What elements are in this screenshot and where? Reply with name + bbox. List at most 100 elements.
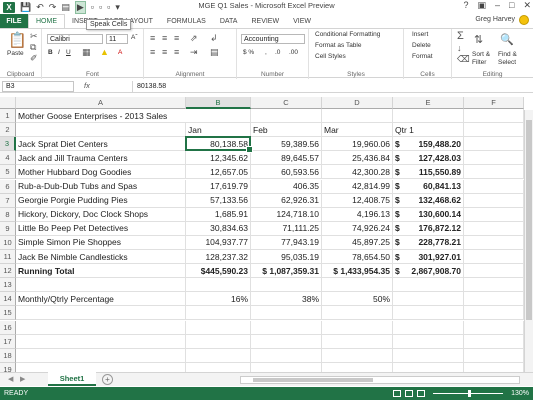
fx-icon[interactable]: fx [84, 81, 90, 90]
align-top-icon[interactable]: ≡ [150, 33, 155, 43]
column-header-e[interactable]: E [393, 97, 464, 109]
next-sheet-icon[interactable]: ▶ [20, 375, 25, 383]
cell-d9[interactable]: 74,926.24 [322, 221, 393, 236]
customize-qat-icon[interactable]: ▾ [115, 2, 120, 13]
minimize-icon[interactable]: – [495, 0, 500, 11]
row-header[interactable]: 11 [0, 250, 16, 265]
cell-c2[interactable]: Feb [251, 123, 322, 138]
help-icon[interactable]: ? [463, 0, 468, 11]
cell-b15[interactable] [186, 306, 251, 321]
cell-c10[interactable]: 77,943.19 [251, 235, 322, 250]
cell-e11[interactable]: $301,927.01 [393, 250, 464, 265]
cell-b4[interactable]: 12,345.62 [186, 151, 251, 166]
save-icon[interactable]: 💾 [20, 2, 31, 13]
cell-d10[interactable]: 45,897.25 [322, 235, 393, 250]
feedback-smiley-icon[interactable] [519, 15, 529, 25]
formula-input[interactable]: 80138.58 [132, 81, 527, 92]
bold-icon[interactable]: B [48, 49, 53, 56]
cell-d12[interactable]: $ 1,433,954.35 [322, 264, 393, 279]
select-all-corner[interactable] [0, 97, 16, 109]
cell-b2[interactable]: Jan [186, 123, 251, 138]
cell-b18[interactable] [186, 348, 251, 363]
format-cells-button[interactable]: Format [412, 53, 433, 60]
cell-e15[interactable] [393, 306, 464, 321]
cell-f15[interactable] [464, 306, 524, 321]
cell-styles-button[interactable]: Cell Styles [315, 53, 346, 60]
cell-a5[interactable]: Mother Hubbard Dog Goodies [16, 165, 186, 180]
cell-d16[interactable] [322, 320, 393, 335]
ribbon-display-icon[interactable]: ▣ [477, 0, 486, 11]
cell-c13[interactable] [251, 278, 322, 293]
number-format-select[interactable]: Accounting [241, 34, 305, 44]
row-header[interactable]: 14 [0, 292, 16, 307]
delete-cells-button[interactable]: Delete [412, 42, 431, 49]
cell-c18[interactable] [251, 348, 322, 363]
paste-button[interactable]: Paste [7, 50, 24, 57]
align-right-icon[interactable]: ≡ [174, 47, 179, 57]
row-header[interactable]: 1 [0, 109, 16, 124]
cell-f10[interactable] [464, 235, 524, 250]
cell-d6[interactable]: 42,814.99 [322, 179, 393, 194]
print-preview-icon[interactable]: ▤ [61, 2, 70, 13]
cell-d17[interactable] [322, 334, 393, 349]
tab-file[interactable]: FILE [0, 14, 28, 28]
cell-f11[interactable] [464, 250, 524, 265]
borders-icon[interactable]: ▦ [82, 47, 91, 58]
insert-cells-button[interactable]: Insert [412, 31, 428, 38]
cell-b14[interactable]: 16% [186, 292, 251, 307]
row-header[interactable]: 17 [0, 334, 16, 349]
row-header[interactable]: 3 [0, 137, 16, 152]
cell-d11[interactable]: 78,654.50 [322, 250, 393, 265]
cut-icon[interactable]: ✂ [30, 31, 38, 42]
cell-c4[interactable]: 89,645.57 [251, 151, 322, 166]
row-header[interactable]: 7 [0, 193, 16, 208]
qat-icon[interactable]: ▫ [107, 2, 110, 12]
cell-e10[interactable]: $228,778.21 [393, 235, 464, 250]
cell-b13[interactable] [186, 278, 251, 293]
cell-f6[interactable] [464, 179, 524, 194]
cell-e3[interactable]: $159,488.20 [393, 137, 464, 152]
tab-data[interactable]: DATA [213, 14, 245, 28]
tab-formulas[interactable]: FORMULAS [160, 14, 213, 28]
column-header-a[interactable]: A [16, 97, 186, 109]
cell-a2[interactable] [16, 123, 186, 138]
cell-f14[interactable] [464, 292, 524, 307]
cell-f9[interactable] [464, 221, 524, 236]
increase-decimal-icon[interactable]: .0 [275, 49, 280, 56]
redo-icon[interactable]: ↷ [49, 2, 57, 13]
cell-c17[interactable] [251, 334, 322, 349]
cell-e7[interactable]: $132,468.62 [393, 193, 464, 208]
new-sheet-icon[interactable]: + [102, 374, 113, 385]
cell-d4[interactable]: 25,436.84 [322, 151, 393, 166]
cell-b1[interactable] [186, 109, 251, 124]
row-header[interactable]: 18 [0, 348, 16, 363]
wrap-text-icon[interactable]: ↲ [210, 33, 218, 44]
decrease-decimal-icon[interactable]: .00 [289, 49, 298, 56]
cell-b5[interactable]: 12,657.05 [186, 165, 251, 180]
vertical-scrollbar[interactable] [524, 110, 533, 372]
cell-b7[interactable]: 57,133.56 [186, 193, 251, 208]
underline-icon[interactable]: U [66, 49, 71, 56]
normal-view-icon[interactable] [393, 390, 401, 397]
font-color-icon[interactable]: A [118, 49, 122, 56]
name-box[interactable]: B3 [2, 81, 74, 92]
cell-c8[interactable]: 124,718.10 [251, 207, 322, 222]
cell-e5[interactable]: $115,550.89 [393, 165, 464, 180]
cell-e1[interactable] [393, 109, 464, 124]
cell-d2[interactable]: Mar [322, 123, 393, 138]
excel-app-icon[interactable]: X [3, 1, 15, 13]
cell-e16[interactable] [393, 320, 464, 335]
sort-icon[interactable]: ⇅ [474, 33, 483, 46]
close-icon[interactable]: ✕ [523, 0, 531, 11]
cell-a9[interactable]: Little Bo Peep Pet Detectives [16, 221, 186, 236]
cell-d3[interactable]: 19,960.06 [322, 137, 393, 152]
cell-d1[interactable] [322, 109, 393, 124]
sort-filter-button[interactable]: Sort & [472, 51, 490, 58]
page-layout-view-icon[interactable] [405, 390, 413, 397]
cell-a6[interactable]: Rub-a-Dub-Dub Tubs and Spas [16, 179, 186, 194]
cell-a13[interactable] [16, 278, 186, 293]
find-select-button[interactable]: Find & [498, 51, 517, 58]
cell-d5[interactable]: 42,300.28 [322, 165, 393, 180]
align-bottom-icon[interactable]: ≡ [174, 33, 179, 43]
cell-b3[interactable]: 80,138.58 [186, 137, 251, 152]
